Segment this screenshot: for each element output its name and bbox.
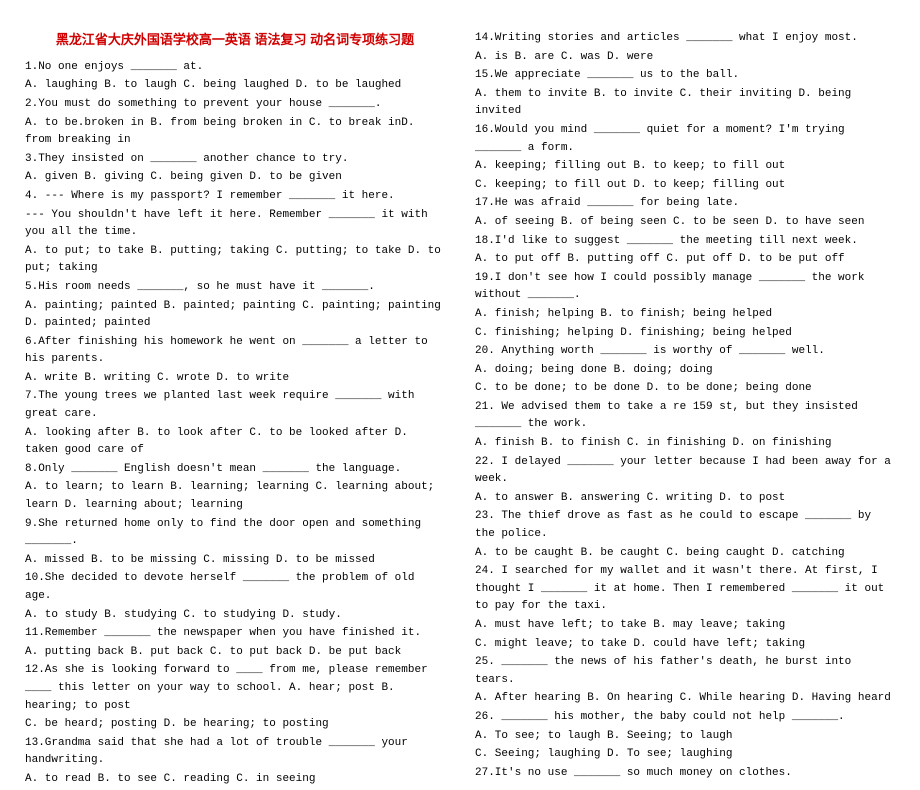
question-line: A. After hearing B. On hearing C. While … [475,690,895,708]
question-line: 5.His room needs _______, so he must hav… [25,279,445,297]
question-line: A. to answer B. answering C. writing D. … [475,490,895,508]
question-line: A. them to invite B. to invite C. their … [475,86,895,121]
question-line: 15.We appreciate _______ us to the ball. [475,67,895,85]
question-line: 21. We advised them to take a re 159 st,… [475,399,895,434]
question-line: A. to read B. to see C. reading C. in se… [25,771,445,789]
question-line: A. To see; to laugh B. Seeing; to laugh [475,728,895,746]
question-line: 7.The young trees we planted last week r… [25,388,445,423]
question-line: A. to study B. studying C. to studying D… [25,607,445,625]
question-line: C. be heard; posting D. be hearing; to p… [25,716,445,734]
left-column: 黑龙江省大庆外国语学校高一英语 语法复习 动名词专项练习题 1.No one e… [25,30,445,790]
question-line: A. missed B. to be missing C. missing D.… [25,552,445,570]
question-line: 2.You must do something to prevent your … [25,96,445,114]
question-line: A. doing; being done B. doing; doing [475,362,895,380]
question-line: A. given B. giving C. being given D. to … [25,169,445,187]
question-line: A. to put off B. putting off C. put off … [475,251,895,269]
question-line: 25. _______ the news of his father's dea… [475,654,895,689]
worksheet-title: 黑龙江省大庆外国语学校高一英语 语法复习 动名词专项练习题 [25,30,445,51]
question-line: A. putting back B. put back C. to put ba… [25,644,445,662]
question-line: C. to be done; to be done D. to be done;… [475,380,895,398]
question-line: A. painting; painted B. painted; paintin… [25,298,445,333]
question-line: 26. _______ his mother, the baby could n… [475,709,895,727]
question-line: A. of seeing B. of being seen C. to be s… [475,214,895,232]
question-line: A. to learn; to learn B. learning; learn… [25,479,445,514]
question-line: 20. Anything worth _______ is worthy of … [475,343,895,361]
question-line: C. Seeing; laughing D. To see; laughing [475,746,895,764]
question-line: A. to be caught B. be caught C. being ca… [475,545,895,563]
question-line: 4. --- Where is my passport? I remember … [25,188,445,206]
question-line: 3.They insisted on _______ another chanc… [25,151,445,169]
question-line: C. might leave; to take D. could have le… [475,636,895,654]
question-line: 9.She returned home only to find the doo… [25,516,445,551]
question-line: A. must have left; to take B. may leave;… [475,617,895,635]
question-line: 11.Remember _______ the newspaper when y… [25,625,445,643]
question-line: A. finish; helping B. to finish; being h… [475,306,895,324]
question-line: C. keeping; to fill out D. to keep; fill… [475,177,895,195]
question-line: 1.No one enjoys _______ at. [25,59,445,77]
question-line: 10.She decided to devote herself _______… [25,570,445,605]
question-line: 17.He was afraid _______ for being late. [475,195,895,213]
question-line: A. to put; to take B. putting; taking C.… [25,243,445,278]
question-line: A. keeping; filling out B. to keep; to f… [475,158,895,176]
question-line: 8.Only _______ English doesn't mean ____… [25,461,445,479]
question-line: 27.It's no use _______ so much money on … [475,765,895,783]
question-line: A. is B. are C. was D. were [475,49,895,67]
question-line: 22. I delayed _______ your letter becaus… [475,454,895,489]
question-line: 18.I'd like to suggest _______ the meeti… [475,233,895,251]
question-line: 16.Would you mind _______ quiet for a mo… [475,122,895,157]
question-line: A. laughing B. to laugh C. being laughed… [25,77,445,95]
question-line: 6.After finishing his homework he went o… [25,334,445,369]
question-line: A. finish B. to finish C. in finishing D… [475,435,895,453]
question-line: 23. The thief drove as fast as he could … [475,508,895,543]
question-line: --- You shouldn't have left it here. Rem… [25,207,445,242]
question-line: A. looking after B. to look after C. to … [25,425,445,460]
right-column: 14.Writing stories and articles _______ … [475,30,895,790]
question-line: A. write B. writing C. wrote D. to write [25,370,445,388]
question-line: 12.As she is looking forward to ____ fro… [25,662,445,715]
question-line: 14.Writing stories and articles _______ … [475,30,895,48]
question-line: 24. I searched for my wallet and it wasn… [475,563,895,616]
question-line: C. finishing; helping D. finishing; bein… [475,325,895,343]
question-line: A. to be.broken in B. from being broken … [25,115,445,150]
question-line: 13.Grandma said that she had a lot of tr… [25,735,445,770]
question-line: 19.I don't see how I could possibly mana… [475,270,895,305]
